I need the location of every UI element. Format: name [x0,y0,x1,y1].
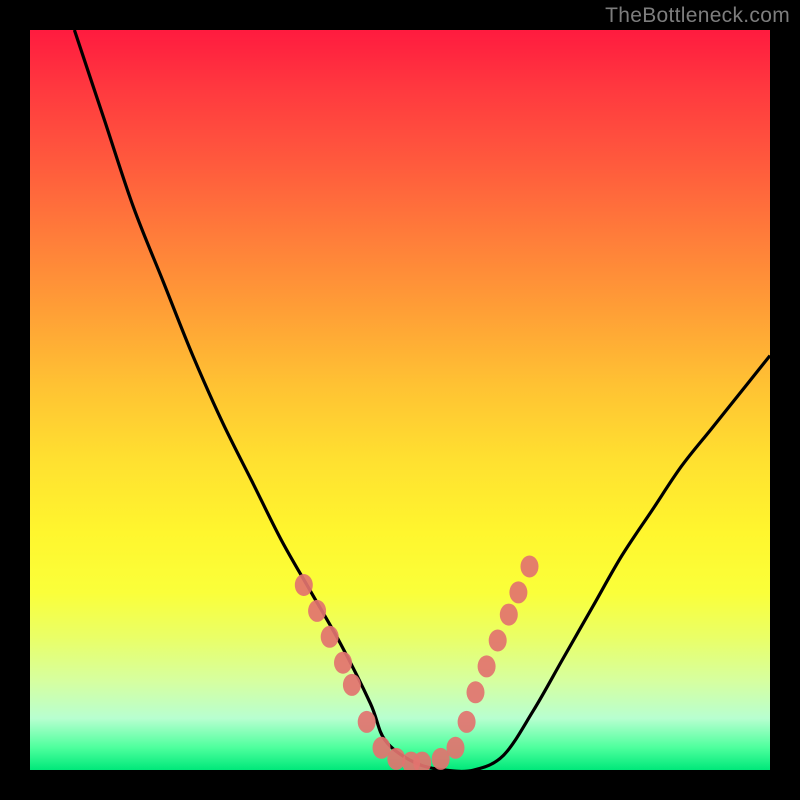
curve-marker [295,574,313,596]
curve-marker [509,581,527,603]
outer-frame: TheBottleneck.com [0,0,800,800]
curve-marker [467,681,485,703]
curve-marker [478,655,496,677]
curve-marker [387,748,405,770]
plot-area [30,30,770,770]
curve-marker [343,674,361,696]
curve-marker [321,626,339,648]
curve-marker [458,711,476,733]
curve-marker [358,711,376,733]
curve-marker [308,600,326,622]
curve-marker [521,556,539,578]
curve-marker [500,604,518,626]
curve-marker [447,737,465,759]
bottleneck-curve [74,30,770,770]
chart-svg [30,30,770,770]
curve-marker [489,630,507,652]
curve-marker [334,652,352,674]
watermark-text: TheBottleneck.com [605,4,790,28]
marker-group [295,556,539,771]
